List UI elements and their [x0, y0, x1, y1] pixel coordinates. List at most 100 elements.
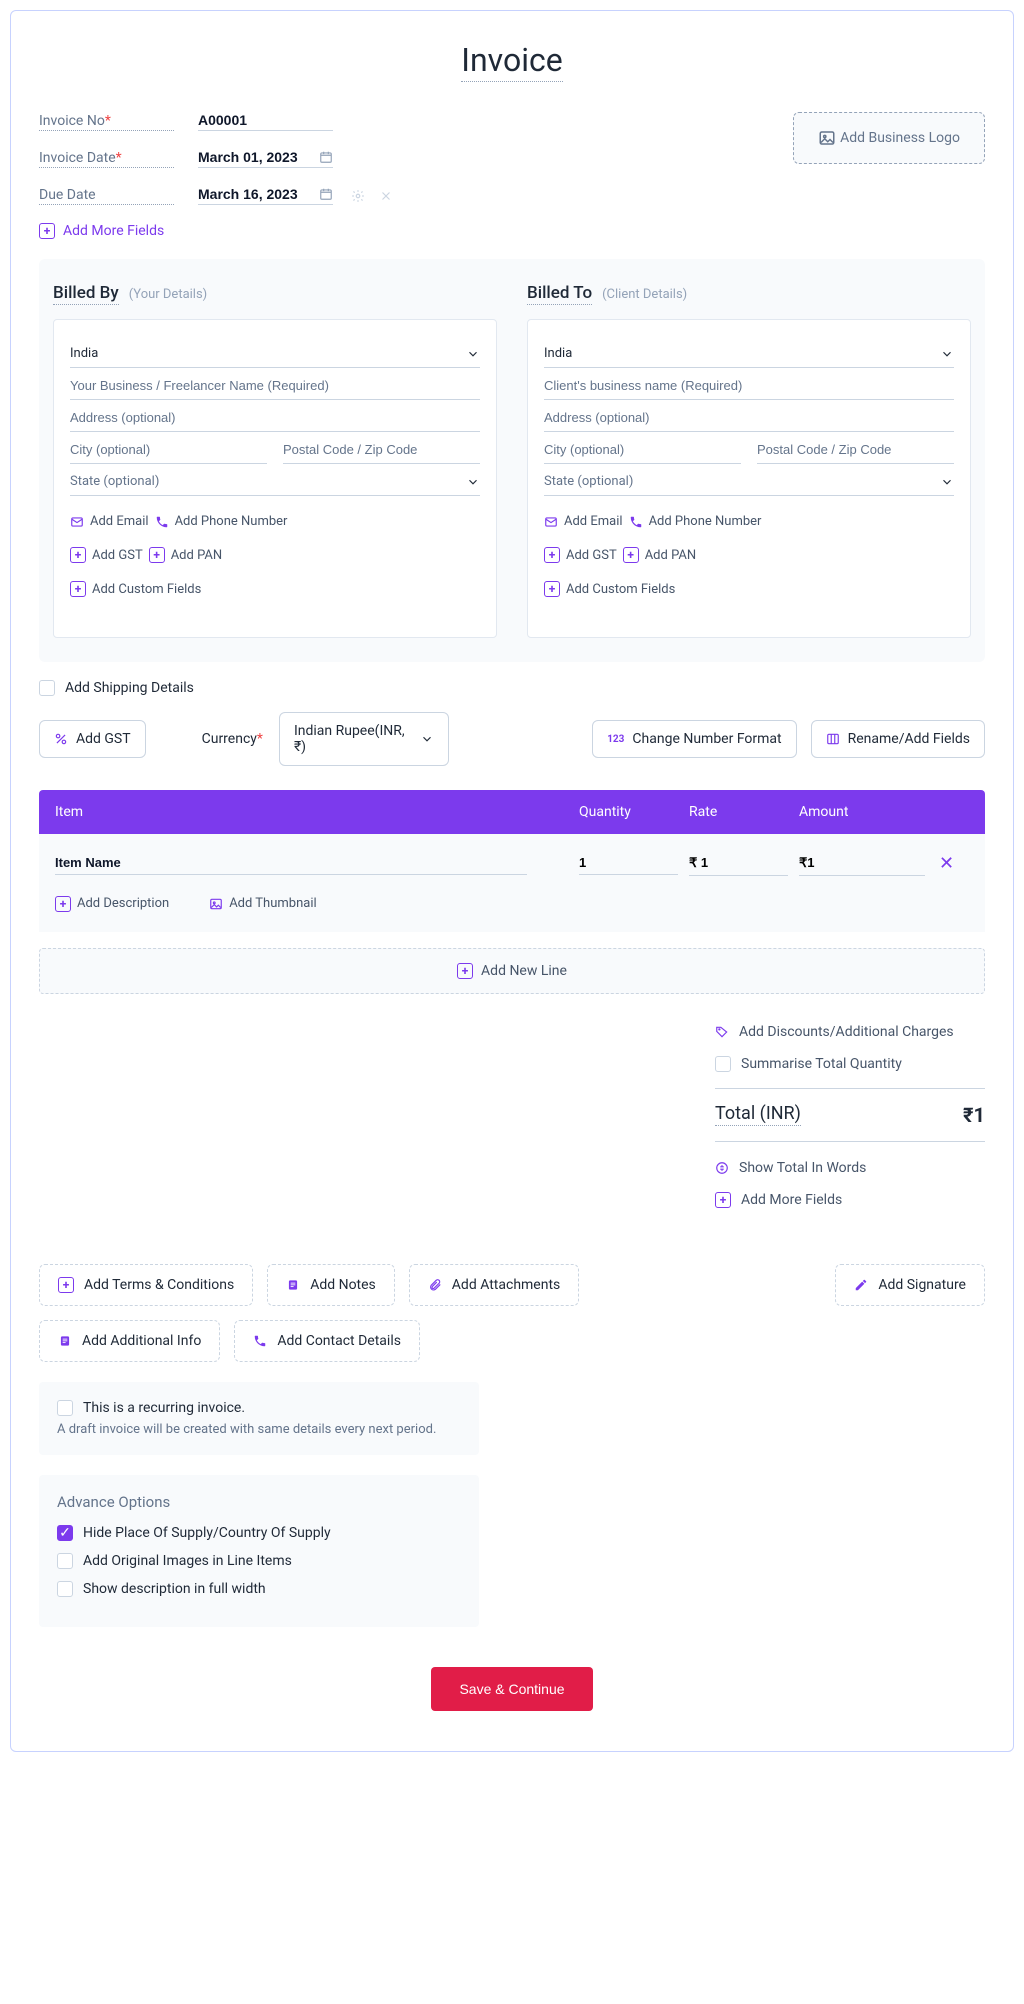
plus-icon: + — [715, 1192, 731, 1208]
summarise-qty-button[interactable]: Summarise Total Quantity — [715, 1056, 985, 1072]
billed-to-address-input[interactable] — [544, 400, 954, 432]
invoice-no-label: Invoice No* — [39, 113, 174, 131]
add-phone-button[interactable]: Add Phone Number — [155, 514, 288, 529]
add-custom-fields-button[interactable]: +Add Custom Fields — [544, 581, 675, 597]
invoice-date-label: Invoice Date* — [39, 150, 174, 168]
chevron-down-icon — [940, 347, 954, 361]
th-item: Item — [55, 804, 579, 820]
tag-icon — [715, 1025, 729, 1039]
currency-label: Currency* — [202, 731, 263, 747]
add-discounts-button[interactable]: Add Discounts/Additional Charges — [715, 1024, 985, 1040]
chevron-down-icon — [940, 475, 954, 489]
image-icon — [818, 129, 836, 147]
invoice-no-input[interactable] — [198, 112, 333, 128]
item-amount-input[interactable] — [799, 856, 925, 876]
item-rate-input[interactable] — [689, 856, 788, 876]
total-value: ₹1 — [963, 1103, 985, 1127]
add-notes-button[interactable]: Add Notes — [267, 1264, 395, 1306]
note-icon — [58, 1334, 72, 1348]
add-phone-button[interactable]: Add Phone Number — [629, 514, 762, 529]
billed-by-city-input[interactable] — [70, 432, 267, 464]
item-qty-input[interactable] — [579, 855, 678, 875]
plus-icon: + — [58, 1277, 74, 1293]
billed-to-postal-input[interactable] — [757, 432, 954, 464]
recurring-sublabel: A draft invoice will be created with sam… — [57, 1422, 461, 1437]
hide-place-checkbox[interactable]: ✓ — [57, 1525, 73, 1541]
pen-icon — [854, 1278, 868, 1292]
add-description-button[interactable]: +Add Description — [55, 896, 169, 912]
recurring-label: This is a recurring invoice. — [83, 1400, 245, 1416]
add-email-button[interactable]: Add Email — [70, 514, 149, 529]
rename-fields-button[interactable]: Rename/Add Fields — [811, 720, 985, 758]
due-date-input[interactable] — [198, 186, 313, 202]
add-pan-button[interactable]: +Add PAN — [623, 547, 696, 563]
billed-by-title: Billed By — [53, 283, 119, 305]
billed-to-title: Billed To — [527, 283, 592, 305]
billed-by-postal-input[interactable] — [283, 432, 480, 464]
add-gst-toolbar-button[interactable]: Add GST — [39, 720, 146, 758]
full-width-desc-label: Show description in full width — [83, 1581, 266, 1597]
columns-icon — [826, 732, 840, 746]
gear-icon[interactable] — [351, 189, 365, 203]
item-row: ✕ — [39, 834, 985, 886]
advance-options-title: Advance Options — [57, 1493, 461, 1511]
delete-row-button[interactable]: ✕ — [939, 853, 954, 874]
th-qty: Quantity — [579, 804, 689, 820]
note-icon — [286, 1278, 300, 1292]
billed-to-country-select[interactable]: India — [544, 336, 954, 368]
th-amount: Amount — [799, 804, 939, 820]
due-date-label: Due Date — [39, 187, 174, 205]
add-signature-button[interactable]: Add Signature — [835, 1264, 985, 1306]
shipping-checkbox[interactable] — [39, 680, 55, 696]
plus-icon: + — [70, 547, 86, 563]
full-width-desc-checkbox[interactable] — [57, 1581, 73, 1597]
add-gst-button[interactable]: +Add GST — [70, 547, 143, 563]
add-gst-button[interactable]: +Add GST — [544, 547, 617, 563]
add-new-line-button[interactable]: + Add New Line — [39, 948, 985, 994]
add-email-button[interactable]: Add Email — [544, 514, 623, 529]
add-additional-info-button[interactable]: Add Additional Info — [39, 1320, 220, 1362]
plus-icon: + — [623, 547, 639, 563]
item-name-input[interactable] — [55, 855, 527, 875]
add-pan-button[interactable]: +Add PAN — [149, 547, 222, 563]
plus-icon: + — [39, 223, 55, 239]
page-title[interactable]: Invoice — [461, 41, 562, 82]
add-more-fields-button[interactable]: + Add More Fields — [39, 223, 393, 239]
add-attachments-button[interactable]: Add Attachments — [409, 1264, 579, 1306]
currency-icon — [715, 1161, 729, 1175]
image-icon — [209, 897, 223, 911]
billed-by-name-input[interactable] — [70, 368, 480, 400]
add-more-summary-fields-button[interactable]: + Add More Fields — [715, 1192, 985, 1208]
billed-by-address-input[interactable] — [70, 400, 480, 432]
chevron-down-icon — [420, 732, 434, 746]
add-custom-fields-button[interactable]: +Add Custom Fields — [70, 581, 201, 597]
plus-icon: + — [149, 547, 165, 563]
currency-select[interactable]: Indian Rupee(INR, ₹) — [279, 712, 449, 766]
invoice-date-input[interactable] — [198, 149, 313, 165]
show-total-words-button[interactable]: Show Total In Words — [715, 1160, 985, 1176]
add-logo-button[interactable]: Add Business Logo — [793, 112, 985, 164]
original-images-checkbox[interactable] — [57, 1553, 73, 1569]
save-continue-button[interactable]: Save & Continue — [431, 1667, 592, 1711]
phone-icon — [629, 515, 643, 529]
billed-by-country-select[interactable]: India — [70, 336, 480, 368]
th-rate: Rate — [689, 804, 799, 820]
percent-icon — [54, 732, 68, 746]
calendar-icon[interactable] — [319, 187, 333, 201]
add-terms-button[interactable]: +Add Terms & Conditions — [39, 1264, 253, 1306]
chevron-down-icon — [466, 475, 480, 489]
add-thumbnail-button[interactable]: Add Thumbnail — [209, 896, 316, 912]
calendar-icon[interactable] — [319, 150, 333, 164]
summarise-checkbox[interactable] — [715, 1056, 731, 1072]
recurring-checkbox[interactable] — [57, 1400, 73, 1416]
original-images-label: Add Original Images in Line Items — [83, 1553, 292, 1569]
change-number-format-button[interactable]: 123 Change Number Format — [592, 720, 796, 758]
add-contact-button[interactable]: Add Contact Details — [234, 1320, 420, 1362]
close-icon[interactable] — [379, 189, 393, 203]
plus-icon: + — [55, 896, 71, 912]
billed-by-subtitle: (Your Details) — [129, 287, 208, 302]
billed-to-name-input[interactable] — [544, 368, 954, 400]
billed-by-state-select[interactable]: State (optional) — [70, 464, 480, 496]
billed-to-state-select[interactable]: State (optional) — [544, 464, 954, 496]
billed-to-city-input[interactable] — [544, 432, 741, 464]
